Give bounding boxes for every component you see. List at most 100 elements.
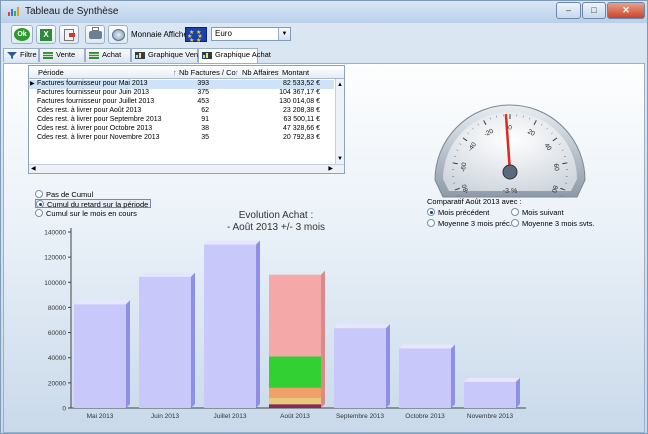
radio-label: Pas de Cumul xyxy=(46,190,94,199)
table-row[interactable]: Cdes rest. à livrer pour Août 2013 62 23 2… xyxy=(29,107,334,116)
app-chart-icon xyxy=(8,7,19,16)
cell-periode: Cdes rest. à livrer pour Août 2013 xyxy=(37,107,142,114)
cell-nb: 91 xyxy=(201,116,209,123)
filter-icon xyxy=(7,52,17,59)
y-tick-label: 60000 xyxy=(48,330,66,337)
export-icon xyxy=(64,29,75,41)
vertical-scrollbar[interactable]: ▲ ▼ xyxy=(335,79,344,165)
bar xyxy=(464,381,516,408)
bar xyxy=(204,244,256,408)
sort-icon: ↑ xyxy=(173,68,177,77)
radio-pas-de-cumul[interactable]: Pas de Cumul xyxy=(35,190,93,199)
cell-nb: 38 xyxy=(201,125,209,132)
scroll-left-icon[interactable]: ◀ xyxy=(31,165,36,172)
table-icon xyxy=(43,52,53,59)
tab-filtre[interactable]: Filtre xyxy=(3,48,39,62)
column-header-montant[interactable]: Montant xyxy=(282,68,309,77)
bar-side xyxy=(386,324,390,408)
close-button[interactable]: ✕ xyxy=(607,2,645,19)
tab-vente[interactable]: Vente xyxy=(39,48,85,62)
cell-nb: 35 xyxy=(201,134,209,141)
y-tick-label: 20000 xyxy=(48,380,66,387)
tab-graphique-achat[interactable]: Graphique Achat xyxy=(198,48,271,63)
export-button[interactable] xyxy=(59,25,79,44)
chevron-down-icon[interactable]: ▼ xyxy=(278,28,290,40)
tab-label: Vente xyxy=(56,50,76,59)
bar-side xyxy=(256,240,260,408)
bar-side xyxy=(321,270,325,408)
gauge-tick-label: 0 xyxy=(508,125,512,132)
cell-nb: 375 xyxy=(197,89,209,96)
cell-montant: 47 328,66 € xyxy=(283,125,320,132)
scroll-up-icon[interactable]: ▲ xyxy=(337,82,343,88)
column-header-periode[interactable]: Période xyxy=(38,68,64,77)
column-header-nb-factures[interactable]: Nb Factures / Co xyxy=(179,68,236,77)
toolbar: Ok X Monnaie Affichée ★ ★ ★ ★ ★ ★ Euro ▼ xyxy=(5,25,645,47)
excel-export-button[interactable]: X xyxy=(36,25,56,44)
table-row[interactable]: Factures fournisseur pour Juillet 2013 45… xyxy=(29,98,334,107)
bar-top xyxy=(334,324,390,329)
print-icon xyxy=(89,27,102,39)
tab-achat[interactable]: Achat xyxy=(85,48,131,62)
table-row[interactable]: Cdes rest. à livrer pour Novembre 2013 35… xyxy=(29,134,334,143)
bar-segment xyxy=(269,274,321,357)
window-title: Tableau de Synthèse xyxy=(25,6,119,17)
y-tick-label: 80000 xyxy=(48,305,66,312)
chart-title: Evolution Achat : xyxy=(239,210,314,221)
comparatif-title: Comparatif Août 2013 avec : xyxy=(427,197,522,206)
scroll-down-icon[interactable]: ▼ xyxy=(337,156,343,162)
bar xyxy=(74,304,126,408)
gauge-tick-label: 60 xyxy=(552,163,560,172)
sort-icon: ↑ xyxy=(235,68,239,77)
ok-icon: Ok xyxy=(14,28,30,41)
y-tick-label: 120000 xyxy=(44,255,66,262)
gauge-tick-label: -60 xyxy=(460,162,468,173)
x-tick-label: Novembre 2013 xyxy=(467,413,514,420)
bar-top xyxy=(464,377,520,382)
table-row[interactable]: Cdes rest. à livrer pour Septembre 2013 9… xyxy=(29,116,334,125)
tab-label: Filtre xyxy=(20,50,37,59)
x-tick-label: Juin 2013 xyxy=(151,413,180,420)
cell-periode: Factures fournisseur pour Juin 2013 xyxy=(37,89,150,96)
bar xyxy=(334,328,386,408)
ok-button[interactable]: Ok xyxy=(11,25,33,44)
y-tick-label: 100000 xyxy=(44,280,66,287)
currency-button[interactable] xyxy=(108,25,128,44)
x-tick-label: Septembre 2013 xyxy=(336,413,384,420)
bar-top xyxy=(204,240,260,245)
maximize-button[interactable]: □ xyxy=(582,2,606,19)
tab-label: Graphique Achat xyxy=(215,50,271,59)
cell-periode: Factures fournisseur pour Mai 2013 xyxy=(37,80,148,87)
cell-montant: 23 208,38 € xyxy=(283,107,320,114)
print-button[interactable] xyxy=(85,25,105,44)
horizontal-scrollbar[interactable]: ◀ ▶ xyxy=(29,164,344,173)
bar-segment xyxy=(269,387,321,398)
bar xyxy=(139,276,191,408)
table-row[interactable]: ▶ Factures fournisseur pour Mai 2013 393 82… xyxy=(29,80,334,89)
table-row[interactable]: Cdes rest. à livrer pour Octobre 2013 38 4… xyxy=(29,125,334,134)
cell-nb: 62 xyxy=(201,107,209,114)
bar-top xyxy=(399,344,455,349)
row-pointer-icon: ▶ xyxy=(30,81,35,87)
tab-label: Graphique Vente xyxy=(148,50,205,59)
eu-flag-icon: ★ ★ ★ ★ ★ ★ xyxy=(185,27,207,44)
cell-periode: Cdes rest. à livrer pour Septembre 2013 xyxy=(37,116,162,123)
synthese-grid[interactable]: Période Nb Factures / Co Nb Affaires Mon… xyxy=(28,65,345,174)
chart-icon xyxy=(202,52,212,59)
title-bar: Tableau de Synthèse – □ ✕ xyxy=(1,1,647,23)
excel-icon: X xyxy=(40,29,52,41)
scroll-right-icon[interactable]: ▶ xyxy=(328,165,333,172)
radio-dot[interactable] xyxy=(35,190,43,198)
currency-select[interactable]: Euro ▼ xyxy=(211,27,291,41)
cell-periode: Factures fournisseur pour Juillet 2013 xyxy=(37,98,155,105)
table-row[interactable]: Factures fournisseur pour Juin 2013 375 10… xyxy=(29,89,334,98)
purchase-chart: Evolution Achat : - Août 2013 +/- 3 mois… xyxy=(44,210,526,420)
chart-subtitle: - Août 2013 +/- 3 mois xyxy=(227,222,325,233)
bar-side xyxy=(191,272,195,408)
tab-graphique-vente[interactable]: Graphique Vente xyxy=(131,48,204,62)
currency-label: Monnaie Affichée xyxy=(131,30,193,39)
minimize-button[interactable]: – xyxy=(556,2,581,19)
bar-side xyxy=(516,377,520,408)
bar xyxy=(399,348,451,408)
column-header-nb-affaires[interactable]: Nb Affaires xyxy=(242,68,279,77)
